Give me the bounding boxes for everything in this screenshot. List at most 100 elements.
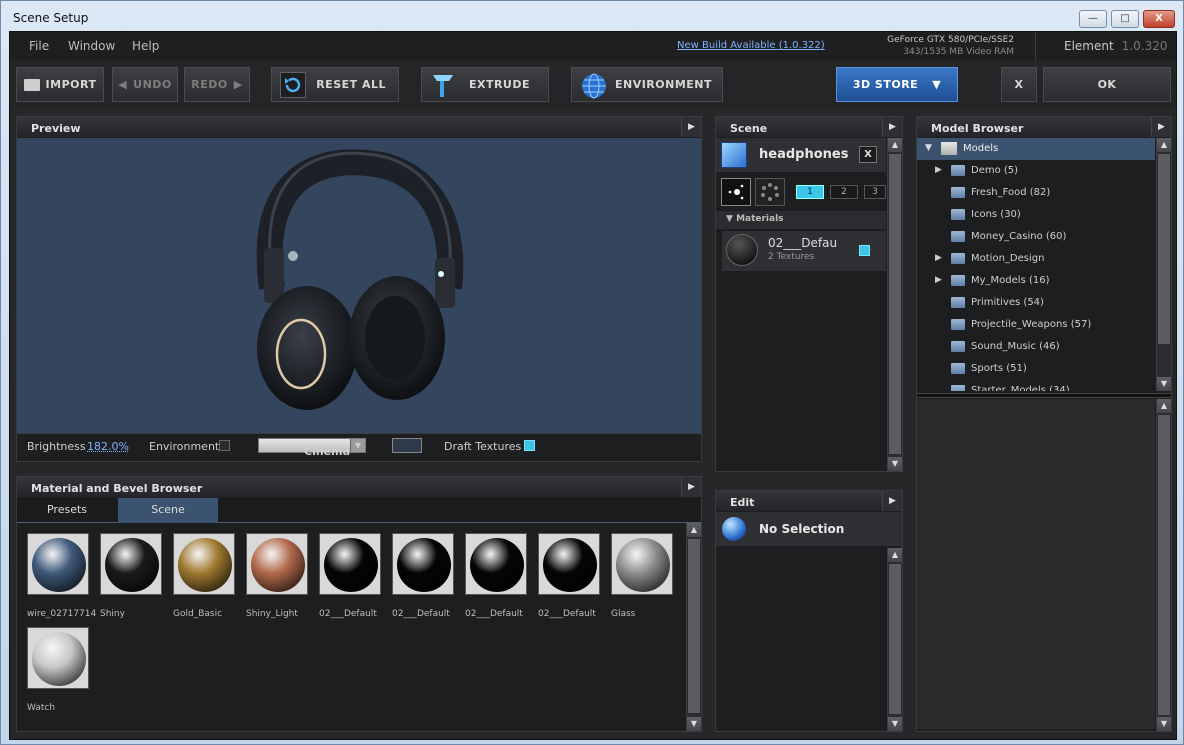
model-folder-item[interactable]: Sports (51): [917, 358, 1153, 380]
expand-arrow-icon[interactable]: ▶: [935, 165, 942, 175]
menu-help[interactable]: Help: [132, 39, 159, 53]
3d-store-button[interactable]: 3D STORE ▼: [836, 67, 958, 102]
environment-checkbox[interactable]: [219, 440, 230, 451]
scroll-down-icon[interactable]: ▼: [888, 717, 902, 731]
expand-arrow-icon[interactable]: ▶: [935, 275, 942, 285]
scroll-down-icon[interactable]: ▼: [1157, 717, 1171, 731]
scroll-thumb[interactable]: [889, 564, 901, 714]
model-folder-item[interactable]: ▶ Demo (5): [917, 160, 1153, 182]
scene-scrollbar[interactable]: ▲ ▼: [887, 138, 902, 471]
material-item[interactable]: Glass: [611, 533, 677, 619]
draft-textures-checkbox[interactable]: [524, 440, 535, 451]
scroll-up-icon[interactable]: ▲: [888, 548, 902, 562]
headphones-model: [256, 149, 464, 410]
scroll-up-icon[interactable]: ▲: [1157, 138, 1171, 152]
ok-button[interactable]: OK: [1043, 67, 1171, 102]
group-3-button[interactable]: 3: [864, 185, 886, 199]
preview-expand-icon[interactable]: ▶: [681, 117, 701, 137]
environment-select[interactable]: Cinema ▼: [258, 438, 366, 458]
scroll-thumb[interactable]: [1158, 415, 1170, 715]
model-folder-label: Demo (5): [971, 165, 1019, 176]
scroll-thumb[interactable]: [688, 539, 700, 713]
maximize-button[interactable]: □: [1111, 10, 1139, 28]
undo-button[interactable]: ◀ UNDO: [112, 67, 178, 102]
remove-object-button[interactable]: X: [859, 146, 877, 163]
minimize-button[interactable]: —: [1079, 10, 1107, 28]
group-2-button[interactable]: 2: [830, 185, 858, 199]
material-item[interactable]: 02___Default: [392, 533, 458, 619]
new-build-link[interactable]: New Build Available (1.0.322): [677, 40, 825, 51]
scroll-down-icon[interactable]: ▼: [1157, 377, 1171, 391]
material-sphere-icon: [178, 538, 232, 592]
material-item[interactable]: wire_02717714: [27, 533, 96, 619]
material-sphere-icon: [32, 538, 86, 592]
scroll-down-icon[interactable]: ▼: [687, 717, 701, 731]
material-visible-checkbox[interactable]: [859, 245, 870, 256]
background-color-swatch[interactable]: [392, 438, 422, 453]
model-folder-label: Fresh_Food (82): [971, 187, 1051, 198]
material-expand-icon[interactable]: ▶: [681, 477, 701, 497]
material-scrollbar[interactable]: ▲ ▼: [686, 523, 701, 731]
model-folder-item[interactable]: Fresh_Food (82): [917, 182, 1153, 204]
environment-button[interactable]: ENVIRONMENT: [571, 67, 723, 102]
light-mode-icon[interactable]: [721, 178, 751, 206]
particles-icon[interactable]: [755, 178, 785, 206]
material-thumbnail: [465, 533, 527, 595]
scene-expand-icon[interactable]: ▶: [882, 117, 902, 137]
folder-icon: [951, 275, 965, 286]
material-item[interactable]: Shiny: [100, 533, 166, 619]
brightness-value[interactable]: 182.0%: [87, 440, 129, 453]
edit-scrollbar[interactable]: ▲ ▼: [887, 548, 902, 731]
model-tree-scrollbar[interactable]: ▲ ▼: [1156, 138, 1171, 391]
extrude-button[interactable]: EXTRUDE: [421, 67, 549, 102]
model-folder-item[interactable]: ▶ My_Models (16): [917, 270, 1153, 292]
material-thumbnail: [392, 533, 454, 595]
material-thumbnail: [319, 533, 381, 595]
model-preview-scrollbar[interactable]: ▲ ▼: [1156, 399, 1171, 731]
window-title: Scene Setup: [13, 11, 89, 25]
globe-icon: [580, 72, 606, 99]
cancel-button[interactable]: X: [1001, 67, 1037, 102]
material-name: Shiny_Light: [246, 609, 298, 619]
menu-window[interactable]: Window: [68, 39, 115, 53]
expand-arrow-icon[interactable]: ▶: [935, 253, 942, 263]
model-folder-item[interactable]: Projectile_Weapons (57): [917, 314, 1153, 336]
materials-section[interactable]: ▼ Materials: [716, 211, 886, 229]
models-root[interactable]: ▼ Models: [917, 138, 1155, 160]
model-folder-item[interactable]: Sound_Music (46): [917, 336, 1153, 358]
edit-expand-icon[interactable]: ▶: [882, 491, 902, 511]
chevron-down-icon: ▼: [932, 78, 942, 91]
redo-button[interactable]: REDO ▶: [184, 67, 250, 102]
material-item[interactable]: Gold_Basic: [173, 533, 239, 619]
import-button[interactable]: IMPORT: [16, 67, 104, 102]
reset-all-button[interactable]: RESET ALL: [271, 67, 399, 102]
tab-presets[interactable]: Presets: [17, 498, 117, 523]
scene-object-row[interactable]: headphones X: [716, 138, 886, 172]
material-name: 02___Default: [465, 609, 523, 619]
scroll-thumb[interactable]: [1158, 154, 1170, 344]
model-browser-expand-icon[interactable]: ▶: [1151, 117, 1171, 137]
material-item[interactable]: 02___Default: [465, 533, 531, 619]
scroll-up-icon[interactable]: ▲: [687, 523, 701, 537]
material-thumbnail: [27, 627, 89, 689]
material-item[interactable]: Watch: [27, 627, 93, 713]
3d-viewport[interactable]: [17, 138, 701, 433]
group-1-button[interactable]: 1: [796, 185, 824, 199]
scroll-thumb[interactable]: [889, 154, 901, 454]
material-item[interactable]: 02___Default: [319, 533, 385, 619]
tab-scene[interactable]: Scene: [118, 498, 218, 523]
close-window-button[interactable]: X: [1143, 10, 1175, 28]
scene-material-item[interactable]: 02___Defau 2 Textures: [722, 231, 886, 271]
model-folder-item[interactable]: Money_Casino (60): [917, 226, 1153, 248]
panel-splitter[interactable]: [917, 393, 1171, 398]
scroll-up-icon[interactable]: ▲: [888, 138, 902, 152]
material-item[interactable]: 02___Default: [538, 533, 604, 619]
model-folder-item[interactable]: Starter_Models (34): [917, 380, 1153, 391]
scroll-up-icon[interactable]: ▲: [1157, 399, 1171, 413]
model-folder-item[interactable]: Primitives (54): [917, 292, 1153, 314]
material-item[interactable]: Shiny_Light: [246, 533, 312, 619]
model-folder-item[interactable]: Icons (30): [917, 204, 1153, 226]
menu-file[interactable]: File: [29, 39, 49, 53]
model-folder-item[interactable]: ▶ Motion_Design: [917, 248, 1153, 270]
scroll-down-icon[interactable]: ▼: [888, 457, 902, 471]
